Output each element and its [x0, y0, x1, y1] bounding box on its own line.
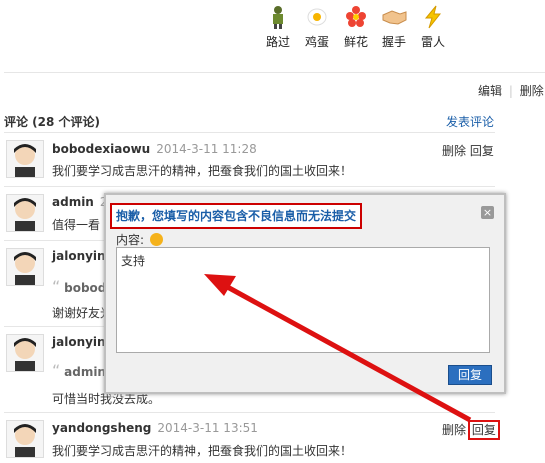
- annotation-arrow: [204, 274, 472, 423]
